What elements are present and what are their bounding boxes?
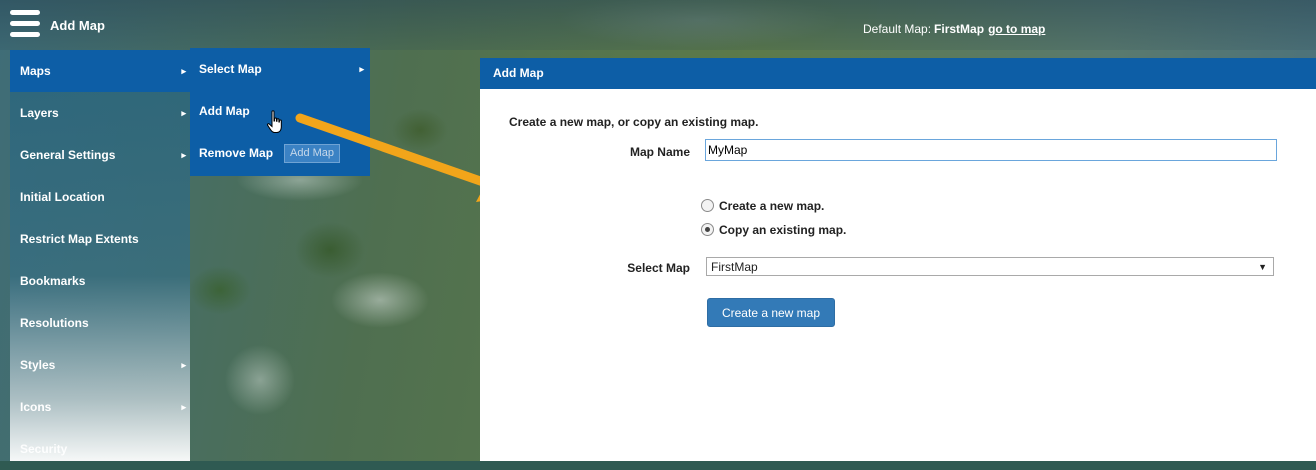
submenu-item-label: Remove Map xyxy=(199,146,274,160)
sidebar-item-label: Styles xyxy=(20,358,56,372)
map-name-input[interactable] xyxy=(705,139,1277,161)
radio-label: Create a new map. xyxy=(719,199,825,213)
sidebar-item-general-settings[interactable]: General Settings ▸ xyxy=(10,134,190,176)
panel-description: Create a new map, or copy an existing ma… xyxy=(509,115,759,129)
hamburger-icon[interactable] xyxy=(10,10,40,40)
radio-copy-existing[interactable]: Copy an existing map. xyxy=(701,223,846,237)
sidebar-item-label: Security xyxy=(20,442,68,456)
chevron-right-icon: ▸ xyxy=(181,66,186,76)
chevron-right-icon: ▸ xyxy=(181,360,186,370)
sidebar-item-label: Resolutions xyxy=(20,316,89,330)
sidebar-item-label: Layers xyxy=(20,106,59,120)
chevron-right-icon: ▸ xyxy=(181,402,186,412)
submenu-item-label: Add Map xyxy=(199,104,250,118)
radio-label: Copy an existing map. xyxy=(719,223,847,237)
page-title: Add Map xyxy=(50,18,105,33)
add-map-panel: Add Map Create a new map, or copy an exi… xyxy=(480,58,1316,461)
sidebar-item-label: General Settings xyxy=(20,148,116,162)
sidebar-item-resolutions[interactable]: Resolutions xyxy=(10,302,190,344)
create-new-map-button[interactable]: Create a new map xyxy=(707,298,835,327)
default-map-value: FirstMap xyxy=(934,22,985,36)
chevron-right-icon: ▸ xyxy=(359,64,364,74)
radio-button[interactable] xyxy=(701,223,714,236)
sidebar-item-layers[interactable]: Layers ▸ xyxy=(10,92,190,134)
sidebar-item-bookmarks[interactable]: Bookmarks xyxy=(10,260,190,302)
sidebar-item-initial-location[interactable]: Initial Location xyxy=(10,176,190,218)
sidebar-item-maps[interactable]: Maps ▸ xyxy=(10,50,190,92)
panel-title: Add Map xyxy=(480,58,1316,89)
sidebar-item-label: Icons xyxy=(20,400,52,414)
radio-create-new[interactable]: Create a new map. xyxy=(701,199,824,213)
sidebar-item-label: Maps xyxy=(20,64,51,78)
chevron-right-icon: ▸ xyxy=(181,108,186,118)
select-map-value: FirstMap xyxy=(711,260,758,274)
map-name-label: Map Name xyxy=(629,145,690,159)
go-to-map-link[interactable]: go to map xyxy=(988,22,1045,36)
sidebar-item-security[interactable]: Security xyxy=(10,428,190,470)
sidebar-item-label: Initial Location xyxy=(20,190,105,204)
sidebar-item-label: Restrict Map Extents xyxy=(20,232,139,246)
select-map-dropdown[interactable]: FirstMap ▼ xyxy=(706,257,1274,276)
sidebar-item-label: Bookmarks xyxy=(20,274,86,288)
radio-button[interactable] xyxy=(701,199,714,212)
top-bar: Add Map Default Map: FirstMap go to map xyxy=(0,0,1316,50)
submenu-item-select-map[interactable]: Select Map ▸ xyxy=(190,48,370,90)
default-map-info: Default Map: FirstMap go to map xyxy=(863,22,1045,36)
submenu-item-label: Select Map xyxy=(199,62,262,76)
sidebar-menu: Maps ▸ Layers ▸ General Settings ▸ Initi… xyxy=(10,50,190,461)
sidebar-item-restrict-map-extents[interactable]: Restrict Map Extents xyxy=(10,218,190,260)
sidebar-item-icons[interactable]: Icons ▸ xyxy=(10,386,190,428)
chevron-right-icon: ▸ xyxy=(181,150,186,160)
hand-cursor-icon xyxy=(266,110,282,133)
default-map-label: Default Map: xyxy=(863,22,932,36)
select-map-label: Select Map xyxy=(627,261,690,275)
sidebar-item-styles[interactable]: Styles ▸ xyxy=(10,344,190,386)
dropdown-caret-icon: ▼ xyxy=(1258,262,1267,272)
